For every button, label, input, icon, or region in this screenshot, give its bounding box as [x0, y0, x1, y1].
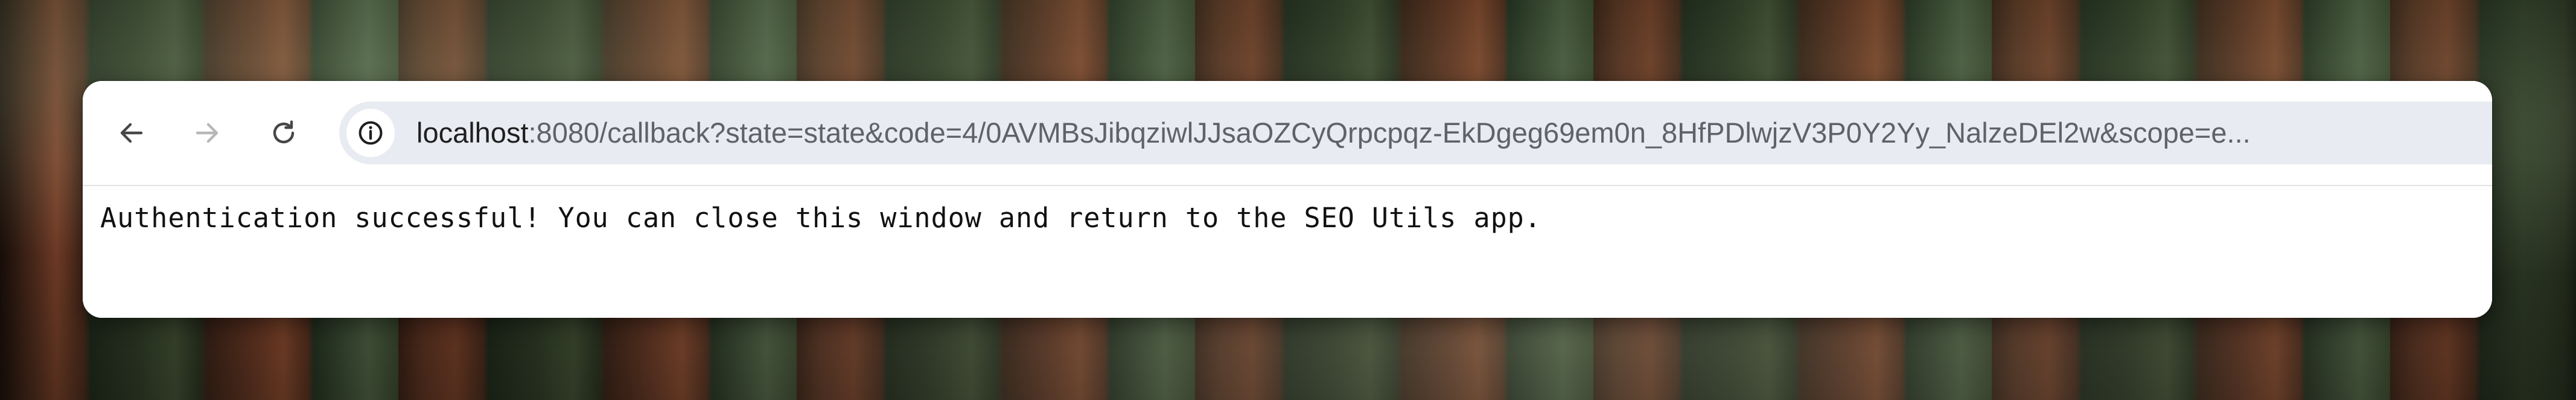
auth-success-message: Authentication successful! You can close… [100, 202, 1541, 234]
info-circle-icon [359, 121, 383, 145]
url-path: :8080/callback?state=state&code=4/0AVMBs… [528, 117, 2251, 149]
browser-window: localhost:8080/callback?state=state&code… [83, 81, 2492, 318]
page-content: Authentication successful! You can close… [83, 186, 2492, 318]
arrow-left-icon [120, 123, 143, 143]
arrow-right-icon [196, 123, 218, 143]
browser-toolbar: localhost:8080/callback?state=state&code… [83, 81, 2492, 186]
site-info-button[interactable] [346, 109, 395, 157]
address-bar[interactable]: localhost:8080/callback?state=state&code… [339, 102, 2492, 164]
url-host: localhost [416, 117, 529, 149]
reload-button[interactable] [258, 108, 309, 158]
forward-button[interactable] [182, 108, 232, 158]
back-button[interactable] [106, 108, 157, 158]
reload-icon [273, 120, 295, 144]
url-text[interactable]: localhost:8080/callback?state=state&code… [416, 102, 2481, 164]
